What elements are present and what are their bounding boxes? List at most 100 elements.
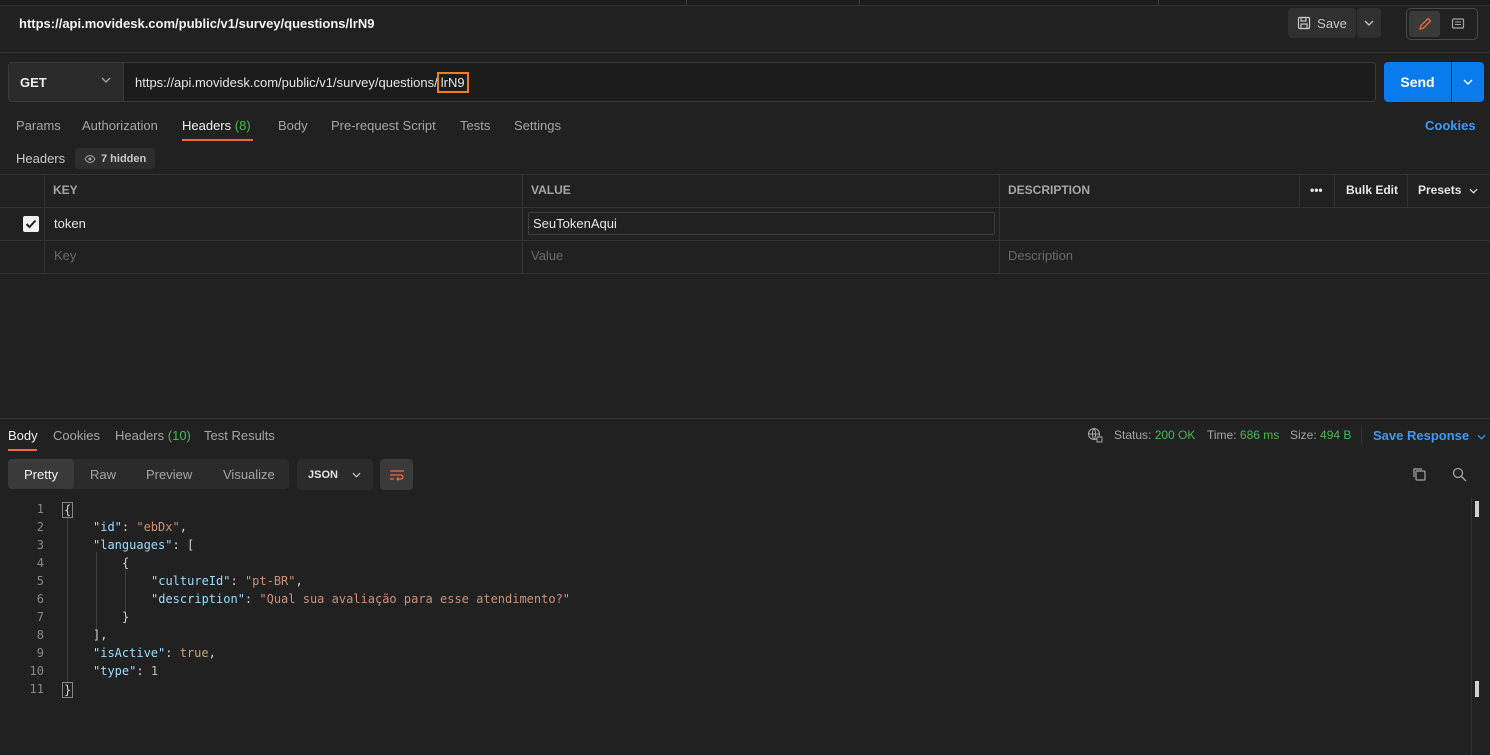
tab-headers[interactable]: Headers (8) [182,118,251,133]
tab-params[interactable]: Params [16,118,61,133]
view-pretty-button[interactable]: Pretty [8,459,74,489]
cookies-link[interactable]: Cookies [1425,118,1476,133]
tab-pre-request-script[interactable]: Pre-request Script [331,118,436,133]
chevron-down-icon [1463,79,1473,85]
size-value: 494 B [1320,428,1352,442]
json-string: "Qual sua avaliação para esse atendiment… [259,592,571,606]
json-boolean: true [179,646,209,660]
comments-button[interactable] [1442,11,1473,37]
tab-settings[interactable]: Settings [514,118,561,133]
column-options-button[interactable]: ••• [1310,183,1323,197]
json-string: "ebDx" [136,520,180,534]
editor-scrollbar[interactable] [1471,497,1481,755]
size-indicator[interactable]: Size: 494 B [1290,428,1351,442]
line-number: 5 [36,574,44,588]
wrap-lines-icon [389,469,404,481]
chevron-down-icon [1477,434,1486,440]
headers-section-label: Headers [16,151,66,166]
indent-guide [96,552,97,630]
active-tab-indicator [182,139,253,141]
copy-icon [1413,468,1426,481]
new-description-input[interactable]: Description [1008,248,1073,263]
scrollbar-marker [1475,681,1479,697]
active-response-tab-indicator [8,449,37,451]
request-title[interactable]: https://api.movidesk.com/public/v1/surve… [19,16,374,31]
response-tab-cookies[interactable]: Cookies [53,428,100,443]
column-key: KEY [53,183,78,197]
search-button[interactable] [1452,467,1467,485]
wrap-lines-button[interactable] [380,459,413,490]
save-dropdown-button[interactable] [1357,8,1381,38]
table-row [0,241,1490,274]
column-divider [44,174,45,274]
save-response-button[interactable]: Save Response [1373,428,1486,443]
line-number: 6 [36,592,44,606]
line-number: 3 [36,538,44,552]
status-indicator[interactable]: Status: 200 OK [1114,428,1195,442]
save-button[interactable]: Save [1288,8,1356,38]
url-input[interactable]: https://api.movidesk.com/public/v1/surve… [123,62,1376,102]
check-icon [25,219,37,229]
pencil-icon [1418,17,1431,30]
copy-button[interactable] [1412,467,1427,485]
divider [1361,426,1362,444]
save-label: Save [1317,15,1347,31]
code-line: "id": "ebDx", [93,520,187,534]
edit-mode-button[interactable] [1409,11,1440,37]
line-number: 9 [36,646,44,660]
save-icon [1298,16,1311,30]
code-brace: } [62,682,74,698]
code-line: "description": "Qual sua avaliação para … [151,592,571,606]
headers-table-header [0,174,1490,208]
hidden-headers-toggle[interactable]: 7 hidden [75,148,156,169]
new-value-input[interactable]: Value [531,248,563,263]
response-body-editor[interactable]: 1 2 3 4 5 6 7 8 9 10 11 { "id": "ebDx", … [0,502,1470,702]
json-key: "type" [93,664,137,678]
presets-label: Presets [1418,183,1462,197]
status-value: 200 OK [1154,428,1196,442]
view-preview-button[interactable]: Preview [146,459,192,489]
tab-headers-count: (8) [234,118,251,133]
code-line: "type": 1 [93,664,159,678]
header-key-cell[interactable]: token [54,216,86,231]
response-tab-headers-count: (10) [167,428,191,443]
column-divider [1299,174,1300,208]
bulk-edit-button[interactable]: Bulk Edit [1346,183,1398,197]
view-visualize-button[interactable]: Visualize [223,459,275,489]
tab-authorization[interactable]: Authorization [82,118,158,133]
code-line: "isActive": true, [93,646,216,660]
header-value-input[interactable]: SeuTokenAqui [528,212,995,235]
response-tab-test-results[interactable]: Test Results [204,428,275,443]
indent-guide [67,516,68,684]
send-button[interactable]: Send [1384,62,1451,102]
presets-button[interactable]: Presets [1418,183,1478,197]
tab-tests[interactable]: Tests [460,118,490,133]
response-tab-headers[interactable]: Headers (10) [115,428,191,443]
json-key: "id" [93,520,122,534]
view-raw-button[interactable]: Raw [90,459,116,489]
json-key: "cultureId" [151,574,231,588]
scrollbar-marker [1475,501,1479,517]
url-path-param: lrN9 [436,71,469,93]
chevron-down-icon [1469,188,1478,194]
new-key-input[interactable]: Key [54,248,76,263]
tab-strip-segment[interactable] [0,0,687,5]
line-number: 4 [36,556,44,570]
method-label: GET [20,74,47,90]
network-globe-icon[interactable] [1087,427,1103,446]
tab-strip-segment[interactable] [859,0,1159,5]
response-divider[interactable] [0,418,1490,419]
chevron-down-icon [1364,20,1374,26]
format-select[interactable]: JSON [297,459,373,490]
time-indicator[interactable]: Time: 686 ms [1207,428,1279,442]
line-number: 8 [36,628,44,642]
url-base: https://api.movidesk.com/public/v1/surve… [135,74,438,90]
line-number: 1 [36,502,44,516]
time-label: Time: [1207,428,1237,442]
tab-body[interactable]: Body [278,118,308,133]
send-dropdown-button[interactable] [1452,62,1484,102]
header-enabled-checkbox[interactable] [23,216,39,232]
chevron-down-icon [101,77,111,83]
method-select[interactable]: GET [8,62,124,102]
response-tab-body[interactable]: Body [8,428,38,443]
